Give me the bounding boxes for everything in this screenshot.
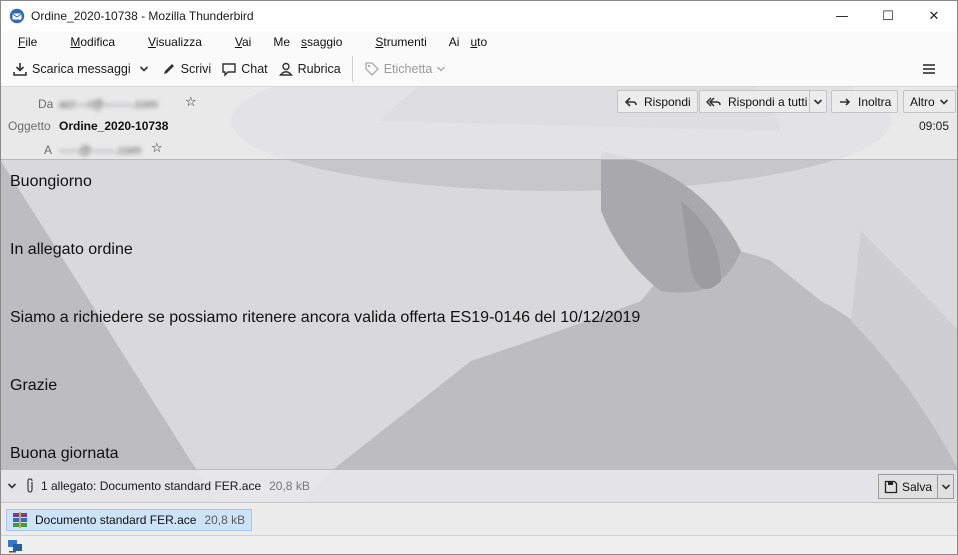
reply-all-dropdown[interactable] bbox=[809, 90, 827, 113]
menu-bar: File Modifica Visualizza Vai Me ssaggio S… bbox=[1, 31, 957, 52]
reply-all-icon bbox=[706, 96, 721, 107]
chevron-down-icon bbox=[813, 98, 823, 105]
chevron-down-icon bbox=[941, 483, 950, 490]
star-icon[interactable]: ☆ bbox=[151, 141, 163, 156]
menu-aiuto[interactable]: Ai uto bbox=[449, 35, 498, 49]
chat-icon bbox=[222, 63, 236, 77]
menu-file[interactable]: File bbox=[7, 35, 48, 49]
status-bar bbox=[1, 535, 957, 554]
from-label: Da bbox=[38, 97, 54, 111]
attachment-summary-size: 20,8 kB bbox=[269, 479, 310, 493]
from-address[interactable]: acr---r@-------.com bbox=[59, 97, 158, 111]
close-button[interactable]: ✕ bbox=[911, 1, 957, 31]
main-toolbar: Scarica messaggi Scrivi Chat Rubrica Eti… bbox=[1, 52, 957, 87]
save-icon bbox=[884, 480, 898, 493]
reply-all-button[interactable]: Rispondi a tutti bbox=[699, 90, 815, 113]
body-line: Siamo a richiedere se possiamo ritenere … bbox=[10, 309, 641, 326]
tag-button[interactable]: Etichetta bbox=[359, 56, 456, 82]
menu-visualizza[interactable]: Visualizza bbox=[137, 35, 213, 49]
subject-label: Oggetto bbox=[8, 119, 51, 133]
to-address[interactable]: -----@------.com bbox=[59, 143, 141, 157]
hamburger-menu-icon bbox=[923, 64, 935, 74]
save-dropdown[interactable] bbox=[938, 474, 954, 499]
chevron-down-icon bbox=[437, 66, 446, 72]
reply-button[interactable]: Rispondi bbox=[617, 90, 698, 113]
archive-file-icon bbox=[13, 512, 27, 528]
message-time: 09:05 bbox=[918, 119, 949, 133]
app-menu-button[interactable] bbox=[917, 56, 945, 82]
chevron-down-icon bbox=[139, 66, 148, 72]
body-line: Buongiorno bbox=[10, 173, 92, 190]
reply-icon bbox=[624, 96, 637, 107]
attachment-item[interactable]: Documento standard FER.ace 20,8 kB bbox=[6, 509, 253, 531]
toolbar-separator bbox=[351, 56, 353, 82]
window-title: Ordine_2020-10738 - Mozilla Thunderbird bbox=[31, 9, 254, 23]
online-status-icon[interactable] bbox=[7, 539, 23, 553]
subject-value: Ordine_2020-10738 bbox=[59, 119, 169, 133]
write-button[interactable]: Scrivi bbox=[156, 56, 217, 82]
more-button[interactable]: Altro bbox=[903, 90, 956, 113]
menu-vai[interactable]: Vai bbox=[224, 35, 262, 49]
get-messages-dropdown[interactable] bbox=[136, 56, 156, 82]
attachment-name: Documento standard FER.ace bbox=[35, 513, 197, 527]
menu-strumenti[interactable]: Strumenti bbox=[364, 35, 437, 49]
message-header: Da acr---r@-------.com ☆ Oggetto Ordine_… bbox=[1, 87, 957, 160]
menu-modifica[interactable]: Modifica bbox=[59, 35, 126, 49]
body-line: Buona giornata bbox=[10, 445, 119, 462]
body-line: Grazie bbox=[10, 377, 58, 394]
star-icon[interactable]: ☆ bbox=[185, 95, 197, 110]
attachment-summary: 1 allegato: Documento standard FER.ace bbox=[41, 479, 262, 493]
chevron-down-icon[interactable] bbox=[7, 481, 17, 491]
save-all-button[interactable]: Salva bbox=[877, 474, 938, 499]
pencil-icon bbox=[163, 64, 174, 74]
to-label: A bbox=[44, 143, 53, 157]
chevron-down-icon bbox=[939, 98, 948, 105]
menu-messaggio[interactable]: Me ssaggio bbox=[273, 35, 353, 49]
title-bar: Ordine_2020-10738 - Mozilla Thunderbird … bbox=[1, 1, 957, 31]
attachment-size: 20,8 kB bbox=[204, 513, 246, 527]
contacts-icon bbox=[278, 62, 293, 76]
get-messages-button[interactable]: Scarica messaggi bbox=[7, 56, 136, 82]
tag-icon bbox=[365, 62, 379, 76]
paperclip-icon bbox=[27, 478, 33, 493]
forward-icon bbox=[840, 97, 851, 106]
body-line: In allegato ordine bbox=[10, 241, 133, 258]
chat-button[interactable]: Chat bbox=[216, 56, 272, 82]
minimize-button[interactable]: — bbox=[819, 1, 865, 31]
address-book-button[interactable]: Rubrica bbox=[273, 56, 346, 82]
attachment-bar[interactable]: 1 allegato: Documento standard FER.ace 2… bbox=[1, 469, 957, 503]
attachment-list: Documento standard FER.ace 20,8 kB bbox=[1, 503, 957, 535]
thunderbird-window: Ordine_2020-10738 - Mozilla Thunderbird … bbox=[0, 0, 958, 555]
download-icon bbox=[13, 63, 27, 76]
message-body: Buongiorno In allegato ordine Siamo a ri… bbox=[1, 160, 957, 469]
forward-button[interactable]: Inoltra bbox=[831, 90, 899, 113]
maximize-button[interactable]: ☐ bbox=[865, 1, 911, 31]
thunderbird-logo-icon bbox=[9, 8, 25, 24]
